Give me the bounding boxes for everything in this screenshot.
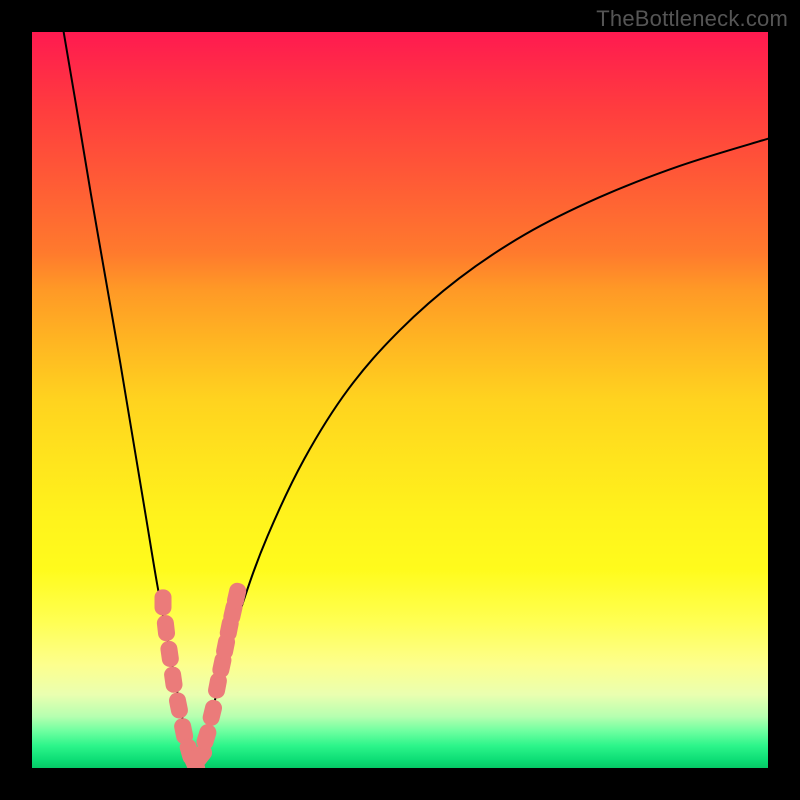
- data-marker: [155, 589, 172, 615]
- data-marker: [168, 691, 190, 720]
- marker-layer: [155, 581, 248, 768]
- chart-frame: TheBottleneck.com: [0, 0, 800, 800]
- curve-right-branch: [195, 139, 768, 767]
- data-marker: [163, 666, 184, 694]
- data-marker: [201, 698, 224, 727]
- plot-area: [32, 32, 768, 768]
- data-marker: [156, 614, 176, 642]
- watermark-label: TheBottleneck.com: [596, 6, 788, 32]
- chart-svg: [32, 32, 768, 768]
- data-marker: [159, 640, 180, 668]
